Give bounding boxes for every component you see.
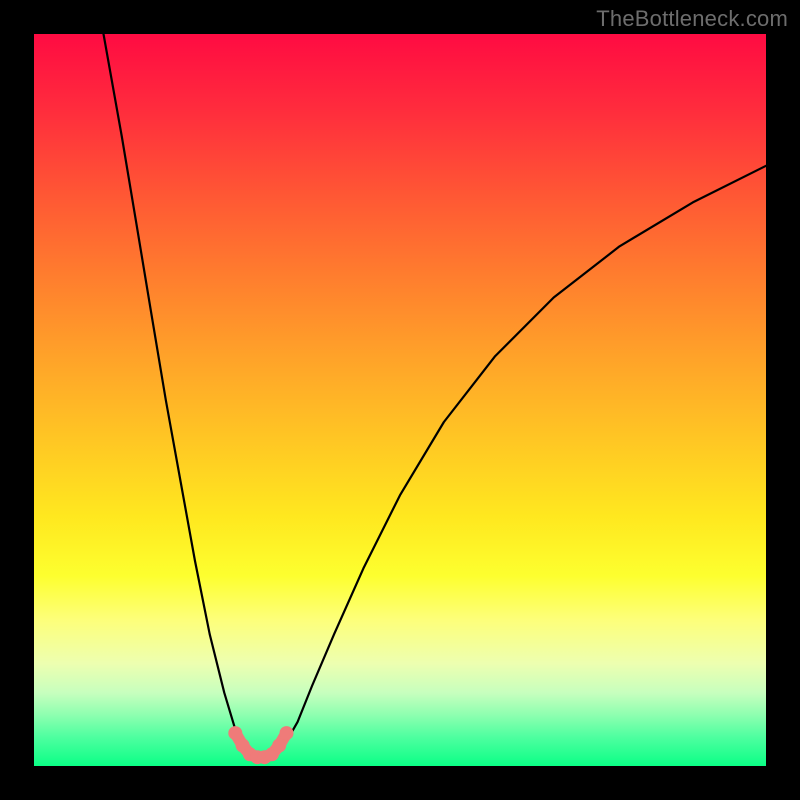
trough-highlight-dots — [228, 726, 293, 764]
chart-frame: TheBottleneck.com — [0, 0, 800, 800]
plot-area — [34, 34, 766, 766]
trough-dot — [272, 739, 286, 753]
trough-dot — [280, 726, 294, 740]
trough-dot — [228, 726, 242, 740]
chart-svg — [34, 34, 766, 766]
curve-left-branch — [104, 34, 243, 748]
watermark-text: TheBottleneck.com — [596, 6, 788, 32]
curve-right-branch — [283, 166, 766, 748]
